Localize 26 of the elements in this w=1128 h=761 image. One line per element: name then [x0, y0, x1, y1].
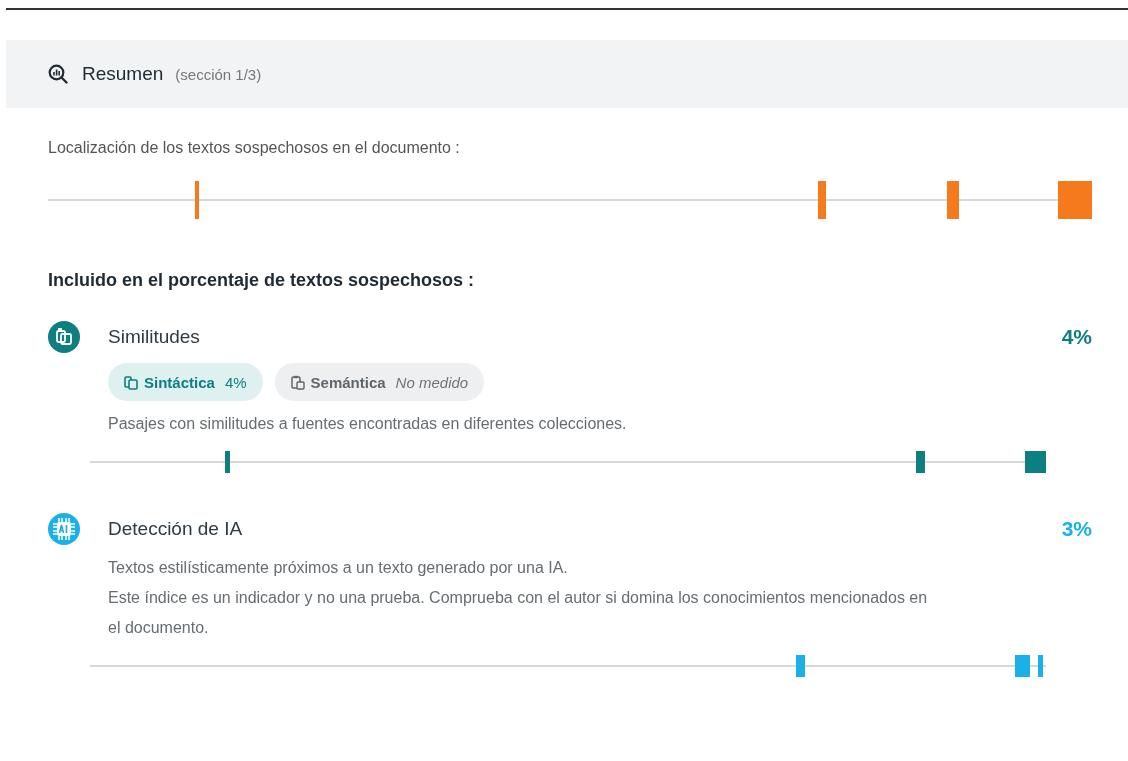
section-subtitle: (sección 1/3)	[175, 65, 262, 83]
category-percent: 3%	[1061, 517, 1092, 541]
filter-chip[interactable]: Sintáctica 4%	[108, 363, 263, 401]
included-heading: Incluido en el porcentaje de textos sospechosos :	[48, 270, 476, 291]
copy-icon	[124, 374, 138, 390]
clipboard-icon	[290, 374, 305, 390]
suspect-marker	[817, 181, 826, 219]
match-marker	[1024, 451, 1046, 473]
category-title: Detección de IA	[108, 518, 243, 540]
location-label: Localización de los textos sospechosos en el documento :	[48, 139, 461, 157]
category-percent: 4%	[1061, 325, 1092, 349]
filter-chip[interactable]: Semántica No medido	[274, 363, 485, 401]
description-text: Este índice es un indicador y no una prueba. Comprueba con el autor si domina los conocimientos mencionados en el documento.	[108, 588, 929, 638]
match-marker	[795, 655, 805, 677]
magnifier-chart-icon	[48, 64, 68, 84]
description-text: Pasajes con similitudes a fuentes encontradas en diferentes colecciones.	[108, 414, 628, 434]
match-marker	[1015, 655, 1030, 677]
suspect-marker	[946, 181, 959, 219]
suspect-marker	[1057, 181, 1092, 219]
section-title: Resumen	[82, 63, 164, 85]
description-text: Textos estilísticamente próximos a un texto generado por una IA.	[108, 558, 569, 578]
category-title: Similitudes	[108, 326, 200, 348]
suspect-marker	[195, 181, 200, 219]
match-marker	[915, 451, 925, 473]
match-marker	[224, 451, 230, 473]
match-marker	[1037, 655, 1043, 677]
